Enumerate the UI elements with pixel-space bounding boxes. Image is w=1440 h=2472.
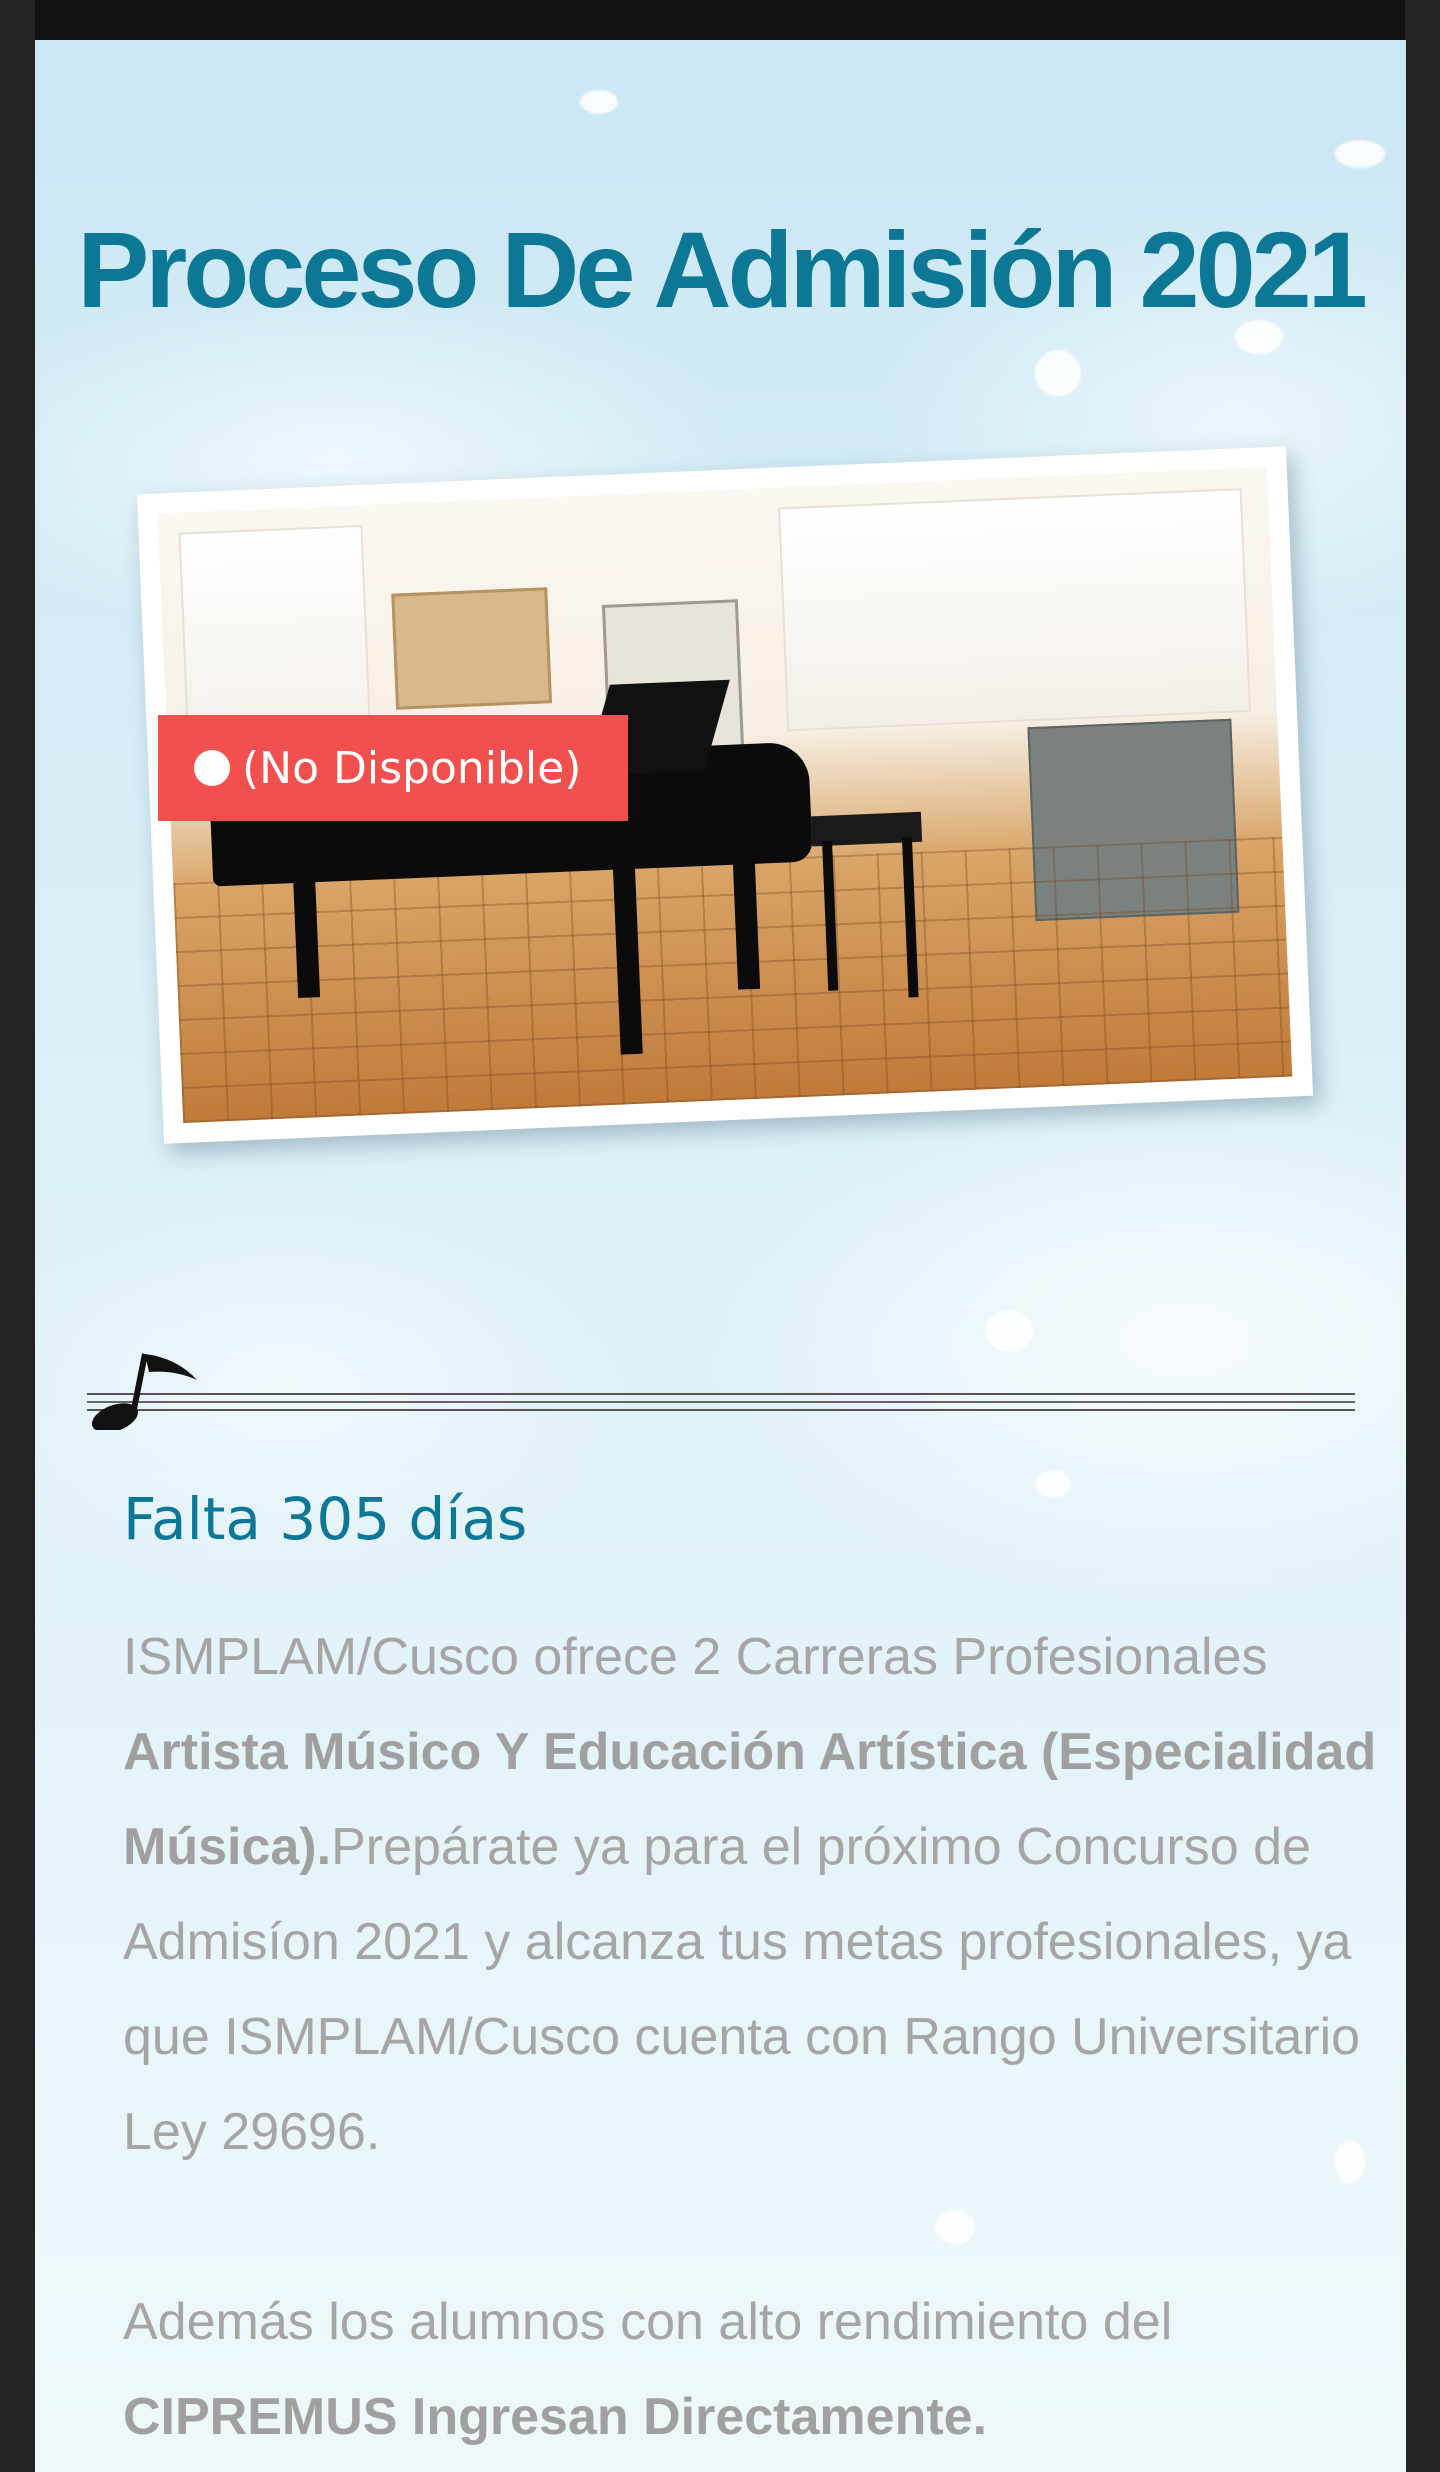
decorative-flake — [580, 90, 618, 114]
decorative-flake — [1035, 1470, 1071, 1498]
note-highlight: CIPREMUS Ingresan Directamente. — [123, 2388, 988, 2446]
decorative-flake — [1335, 140, 1385, 168]
music-staff-divider — [87, 1353, 1355, 1430]
decorative-flake — [1035, 350, 1081, 396]
status-dot-icon — [194, 750, 230, 786]
countdown-text: Falta 305 días — [123, 1485, 528, 1553]
description-paragraph: ISMPLAM/Cusco ofrece 2 Carreras Profesio… — [123, 1610, 1383, 2180]
top-bar — [0, 0, 1440, 40]
description-intro: ISMPLAM/Cusco ofrece 2 Carreras Profesio… — [123, 1628, 1268, 1686]
decorative-flake — [985, 1310, 1033, 1352]
page-title: Proceso De Admisión 2021 — [77, 209, 1368, 330]
note-intro: Además los alumnos con alto rendimiento … — [123, 2293, 1173, 2351]
admission-page: Proceso De Admisión 2021 (No Disponible) — [35, 40, 1406, 2472]
status-badge-label: (No Disponible) — [242, 742, 582, 794]
cipremus-note: Además los alumnos con alto rendimiento … — [123, 2275, 1383, 2465]
music-note-icon — [92, 1353, 197, 1430]
decorative-flake — [935, 2210, 975, 2244]
right-frame — [1405, 0, 1440, 2472]
status-badge: (No Disponible) — [158, 715, 628, 821]
left-frame — [0, 0, 35, 2472]
room-window — [778, 488, 1251, 732]
room-shelf — [391, 587, 553, 710]
